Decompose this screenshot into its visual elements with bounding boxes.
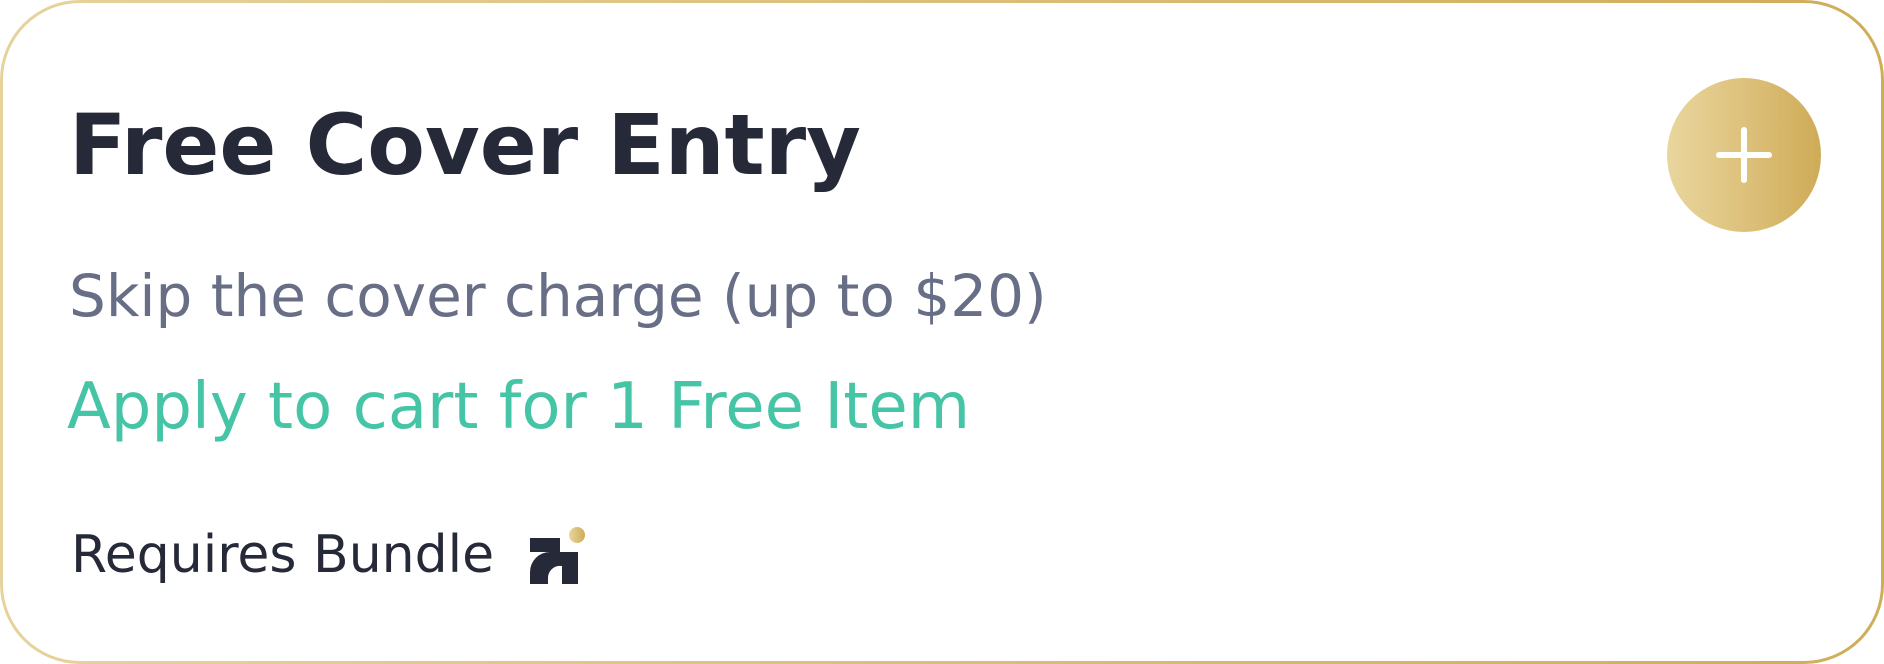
requires-bundle-row: Requires Bundle (71, 525, 588, 585)
offer-card: Free Cover Entry Skip the cover charge (… (3, 3, 1881, 661)
bundle-logo-icon (530, 527, 586, 584)
requires-bundle-label: Requires Bundle (71, 525, 495, 585)
offer-subtitle: Skip the cover charge (up to $20) (69, 262, 1047, 330)
offer-title: Free Cover Entry (69, 96, 861, 194)
add-button[interactable] (1667, 78, 1821, 232)
offer-card-border: Free Cover Entry Skip the cover charge (… (0, 0, 1884, 664)
apply-to-cart-link[interactable]: Apply to cart for 1 Free Item (67, 369, 970, 445)
plus-icon (1716, 127, 1772, 183)
